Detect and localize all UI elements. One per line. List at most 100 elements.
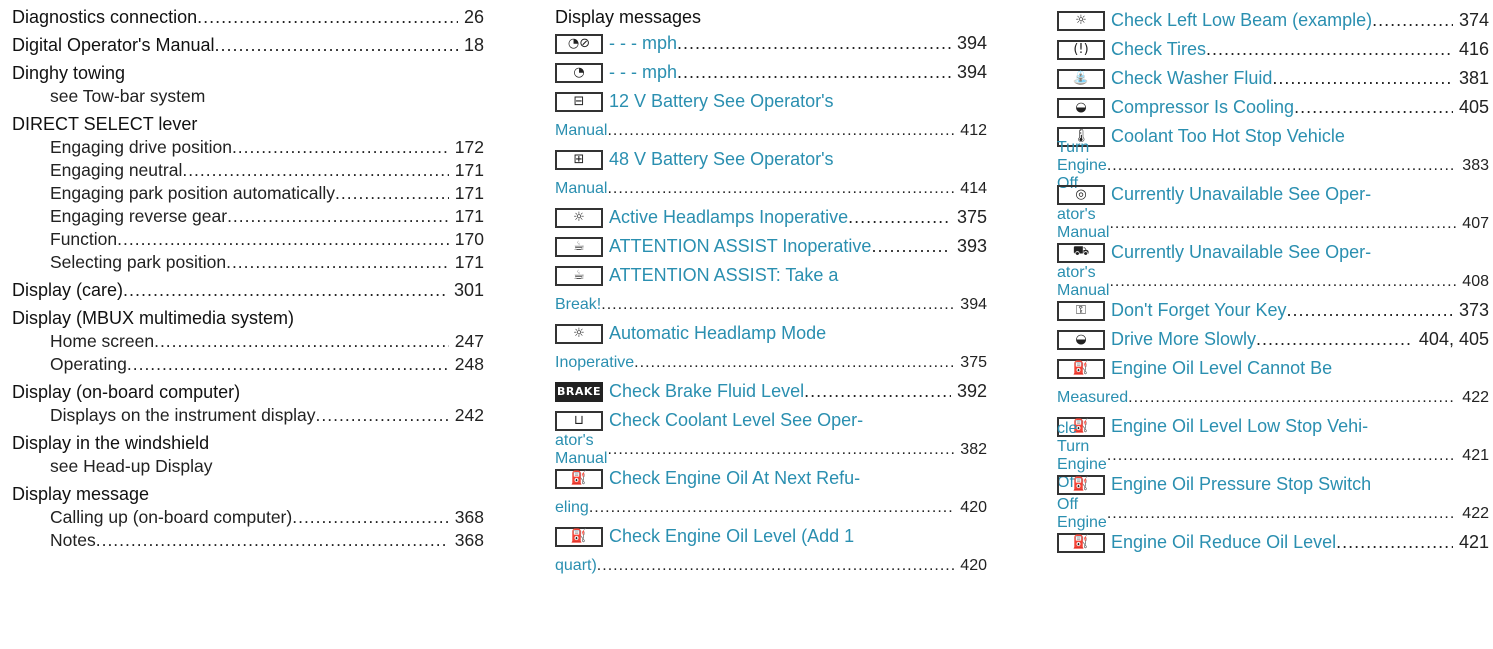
message-entry[interactable]: ⛽ Check Engine Oil At Next Refu- [555, 464, 987, 493]
dot-leader [1107, 447, 1456, 465]
message-entry-continuation[interactable]: ator's Manual 408 [1057, 264, 1489, 299]
entry-link[interactable]: Coolant Too Hot Stop Vehicle [1111, 126, 1345, 147]
dot-leader [316, 404, 449, 427]
entry-link[interactable]: Off Engine [1057, 496, 1107, 532]
message-entry-continuation[interactable]: Manual 414 [555, 174, 987, 203]
entry-link[interactable]: Automatic Headlamp Mode [609, 323, 826, 344]
entry-link[interactable]: - - - mph [609, 33, 677, 54]
message-entry[interactable]: ⊞ 48 V Battery See Operator's [555, 145, 987, 174]
entry-link[interactable]: Engine Oil Level Cannot Be [1111, 358, 1332, 379]
entry-link[interactable]: ATTENTION ASSIST: Take a [609, 265, 838, 286]
page-number: 416 [1458, 39, 1489, 59]
entry-link[interactable]: Measured [1057, 389, 1128, 407]
message-entry-continuation[interactable]: Inoperative 375 [555, 348, 987, 377]
entry-text: Engaging neutral [50, 160, 183, 180]
page-number: 420 [960, 556, 987, 574]
message-entry[interactable]: ☼ Automatic Headlamp Mode [555, 319, 987, 348]
entry-text: Displays on the instrument display [50, 405, 316, 425]
entry-link[interactable]: Active Headlamps Inoperative [609, 207, 848, 228]
message-entry[interactable]: ☕ ATTENTION ASSIST Inoperative 393 [555, 232, 987, 261]
entry-link[interactable]: Break! [555, 296, 601, 314]
entry-link[interactable]: eling [555, 499, 589, 517]
page-number: 374 [1458, 10, 1489, 30]
message-entry[interactable]: ⊔ Check Coolant Level See Oper- [555, 406, 987, 435]
entry-link[interactable]: Engine Oil Reduce Oil Level [1111, 532, 1336, 553]
entry-link[interactable]: Drive More Slowly [1111, 329, 1256, 350]
message-entry[interactable]: ☼ Active Headlamps Inoperative 375 [555, 203, 987, 232]
entry-link[interactable]: Currently Unavailable See Oper- [1111, 184, 1371, 205]
message-entry[interactable]: ⛲ Check Washer Fluid 381 [1057, 64, 1489, 93]
entry-link[interactable]: Don't Forget Your Key [1111, 300, 1287, 321]
entry-link[interactable]: 48 V Battery See Operator's [609, 149, 834, 170]
message-entry-continuation[interactable]: Turn Engine Off383 [1057, 139, 1489, 192]
message-entry-continuation[interactable]: Measured 422 [1057, 383, 1489, 412]
page-number: 301 [453, 280, 484, 300]
message-entry[interactable]: ⛽ Engine Oil Pressure Stop Switch [1057, 470, 1489, 499]
message-entry[interactable]: ⛽ Engine Oil Reduce Oil Level 421 [1057, 528, 1489, 557]
message-entry-continuation[interactable]: eling 420 [555, 493, 987, 522]
dot-leader [1128, 389, 1456, 407]
message-entry[interactable]: ⛽ Engine Oil Level Cannot Be [1057, 354, 1489, 383]
dot-leader [292, 506, 449, 529]
entry-link[interactable]: ator's Manual [1057, 264, 1109, 300]
entry-link[interactable]: Check Washer Fluid [1111, 68, 1272, 89]
entry-link[interactable]: Inoperative [555, 354, 634, 372]
dot-leader [215, 34, 458, 57]
message-entry[interactable]: ☕ ATTENTION ASSIST: Take a [555, 261, 987, 290]
entry-link[interactable]: ator's Manual [555, 432, 607, 468]
message-entry[interactable]: ⛟ Currently Unavailable See Oper- [1057, 238, 1489, 267]
message-entry-continuation[interactable]: Manual 412 [555, 116, 987, 145]
entry-link[interactable]: Check Engine Oil Level (Add 1 [609, 526, 854, 547]
entry-link[interactable]: quart) [555, 557, 597, 575]
message-entry[interactable]: BRAKE Check Brake Fluid Level 392 [555, 377, 987, 406]
dot-leader [634, 354, 954, 372]
entry-link[interactable]: 12 V Battery See Operator's [609, 91, 834, 112]
index-subentry: Home screen 247 [12, 330, 484, 353]
message-entry[interactable]: ◎ Currently Unavailable See Oper- [1057, 180, 1489, 209]
message-entry[interactable]: ⛽ Engine Oil Level Low Stop Vehi- [1057, 412, 1489, 441]
entry-link[interactable]: Check Engine Oil At Next Refu- [609, 468, 860, 489]
dot-leader [197, 6, 458, 29]
speed-camera-icon: ◔⊘ [555, 33, 603, 54]
entry-link[interactable]: Manual [555, 180, 607, 198]
entry-link[interactable]: Check Left Low Beam (example) [1111, 10, 1372, 31]
entry-link[interactable]: Check Brake Fluid Level [609, 381, 804, 402]
message-entry[interactable]: ⛽ Check Engine Oil Level (Add 1 [555, 522, 987, 551]
entry-link[interactable]: Engine Oil Level Low Stop Vehi- [1111, 416, 1368, 437]
entry-link[interactable]: Engine Oil Pressure Stop Switch [1111, 474, 1371, 495]
see-reference: see Tow-bar system [50, 86, 206, 106]
entry-link[interactable]: Check Coolant Level See Oper- [609, 410, 863, 431]
index-heading-display-windshield: Display in the windshield [12, 433, 210, 453]
message-entry-continuation[interactable]: quart) 420 [555, 551, 987, 580]
message-entry[interactable]: ◔ - - - mph 394 [555, 58, 987, 87]
message-entry[interactable]: ⚿ Don't Forget Your Key 373 [1057, 296, 1489, 325]
message-entry-continuation[interactable]: ator's Manual 407 [1057, 206, 1489, 241]
message-entry[interactable]: ☼ Check Left Low Beam (example) 374 [1057, 6, 1489, 35]
index-heading-display-obc: Display (on-board computer) [12, 382, 241, 402]
page-number: 242 [454, 405, 484, 425]
battery-icon: ⊟ [555, 91, 603, 112]
message-entry[interactable]: ◔⊘ - - - mph 394 [555, 29, 987, 58]
message-entry-continuation[interactable]: cle Turn Engine Off421 [1057, 420, 1489, 491]
page-number: 247 [454, 331, 484, 351]
entry-link[interactable]: ator's Manual [1057, 206, 1109, 242]
entry-link[interactable]: - - - mph [609, 62, 677, 83]
dot-leader [848, 207, 951, 228]
entry-link[interactable]: Manual [555, 122, 607, 140]
entry-link[interactable]: Currently Unavailable See Oper- [1111, 242, 1371, 263]
message-entry-continuation[interactable]: Break! 394 [555, 290, 987, 319]
message-entry-continuation[interactable]: ator's Manual 382 [555, 432, 987, 467]
message-entry[interactable]: ◒ Drive More Slowly 404, 405 [1057, 325, 1489, 354]
page-number: 421 [1462, 446, 1489, 464]
entry-link[interactable]: Check Tires [1111, 39, 1206, 60]
message-entry[interactable]: (!) Check Tires 416 [1057, 35, 1489, 64]
entry-link[interactable]: Compressor Is Cooling [1111, 97, 1294, 118]
entry-link[interactable]: ATTENTION ASSIST Inoperative [609, 236, 871, 257]
index-subentry: Operating 248 [12, 353, 484, 376]
message-entry-continuation[interactable]: Off Engine 422 [1057, 496, 1489, 531]
message-entry[interactable]: 🌡 Coolant Too Hot Stop Vehicle [1057, 122, 1489, 151]
message-entry[interactable]: ⊟ 12 V Battery See Operator's [555, 87, 987, 116]
washer-fluid-icon: ⛲ [1057, 68, 1105, 89]
message-entry[interactable]: ◒ Compressor Is Cooling 405 [1057, 93, 1489, 122]
page-number: 405 [1458, 97, 1489, 117]
